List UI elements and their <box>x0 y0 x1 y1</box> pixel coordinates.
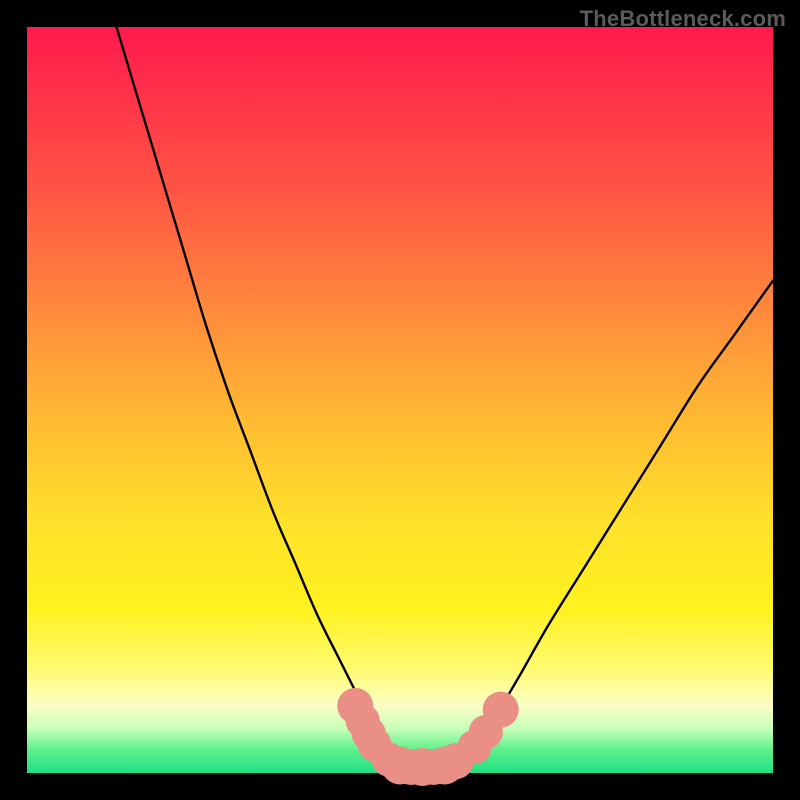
bottleneck-curve <box>117 27 774 766</box>
bottleneck-curve-svg <box>27 27 773 773</box>
watermark-text: TheBottleneck.com <box>580 6 786 32</box>
curve-marker <box>483 692 519 728</box>
plot-area <box>27 27 773 773</box>
curve-markers <box>337 688 519 786</box>
chart-frame: TheBottleneck.com <box>0 0 800 800</box>
